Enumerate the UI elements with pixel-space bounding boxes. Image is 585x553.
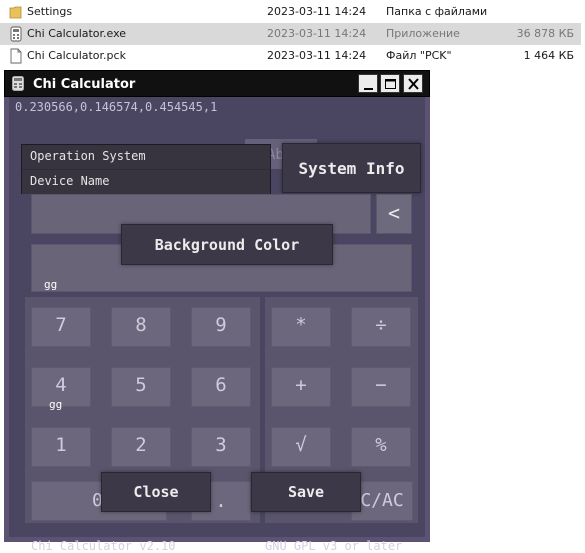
- key-2[interactable]: 2: [111, 427, 171, 467]
- folder-icon: [9, 6, 22, 19]
- file-name: Settings: [27, 5, 73, 18]
- key-3[interactable]: 3: [191, 427, 251, 467]
- gg-label: gg: [44, 278, 58, 291]
- file-size: 36 878 КБ: [516, 27, 574, 40]
- calculator-body: 0.230566,0.146574,0.454545,1 Ab Operatio…: [9, 97, 425, 553]
- save-button[interactable]: Save: [251, 472, 361, 512]
- version-label: Chi Calculator v2.10: [31, 539, 176, 553]
- key-5[interactable]: 5: [111, 367, 171, 407]
- file-icon: [10, 48, 22, 64]
- dropdown-item-device-name[interactable]: Device Name: [22, 170, 270, 194]
- file-row-exe[interactable]: Chi Calculator.exe 2023-03-11 14:24 Прил…: [0, 23, 581, 45]
- file-row-pck[interactable]: Chi Calculator.pck 2023-03-11 14:24 Файл…: [0, 45, 581, 67]
- file-type: Приложение: [386, 27, 460, 40]
- info-dropdown[interactable]: Operation System Device Name: [21, 144, 271, 194]
- key-9[interactable]: 9: [191, 307, 251, 347]
- gg-label: gg: [49, 398, 63, 411]
- key-percent[interactable]: %: [351, 427, 411, 467]
- close-button[interactable]: Close: [101, 472, 211, 512]
- maximize-icon: [385, 79, 396, 89]
- color-values-readout: 0.230566,0.146574,0.454545,1: [15, 100, 218, 114]
- file-name: Chi Calculator.pck: [27, 49, 126, 62]
- file-row-settings[interactable]: Settings 2023-03-11 14:24 Папка с файлам…: [0, 1, 581, 23]
- key-6[interactable]: 6: [191, 367, 251, 407]
- key-sqrt[interactable]: √: [271, 427, 331, 467]
- license-label: GNU GPL v3 or later: [265, 539, 403, 553]
- minimize-button[interactable]: [358, 74, 378, 93]
- key-8[interactable]: 8: [111, 307, 171, 347]
- key-divide[interactable]: ÷: [351, 307, 411, 347]
- maximize-button[interactable]: [380, 74, 400, 93]
- calculator-window: Chi Calculator 0.230566,0.146574,0.45454…: [4, 70, 430, 553]
- key-multiply[interactable]: *: [271, 307, 331, 347]
- close-icon: [408, 78, 419, 90]
- system-info-button[interactable]: System Info: [282, 143, 421, 193]
- minimize-icon: [364, 88, 373, 90]
- window-title: Chi Calculator: [33, 77, 136, 92]
- file-type: Файл "PCK": [386, 49, 452, 62]
- title-bar[interactable]: Chi Calculator: [4, 70, 430, 97]
- file-date: 2023-03-11 14:24: [267, 49, 367, 62]
- key-1[interactable]: 1: [31, 427, 91, 467]
- close-window-button[interactable]: [403, 74, 423, 93]
- file-type: Папка с файлами: [386, 5, 488, 18]
- file-name: Chi Calculator.exe: [27, 27, 127, 40]
- calculator-app-icon: [12, 76, 24, 91]
- key-minus[interactable]: −: [351, 367, 411, 407]
- backspace-button[interactable]: <: [376, 194, 412, 234]
- background-color-button[interactable]: Background Color: [121, 224, 333, 265]
- file-date: 2023-03-11 14:24: [267, 27, 367, 40]
- exe-file-icon: [10, 26, 22, 42]
- dropdown-item-operation-system[interactable]: Operation System: [22, 145, 270, 169]
- key-7[interactable]: 7: [31, 307, 91, 347]
- file-size: 1 464 КБ: [523, 49, 574, 62]
- key-plus[interactable]: +: [271, 367, 331, 407]
- file-date: 2023-03-11 14:24: [267, 5, 367, 18]
